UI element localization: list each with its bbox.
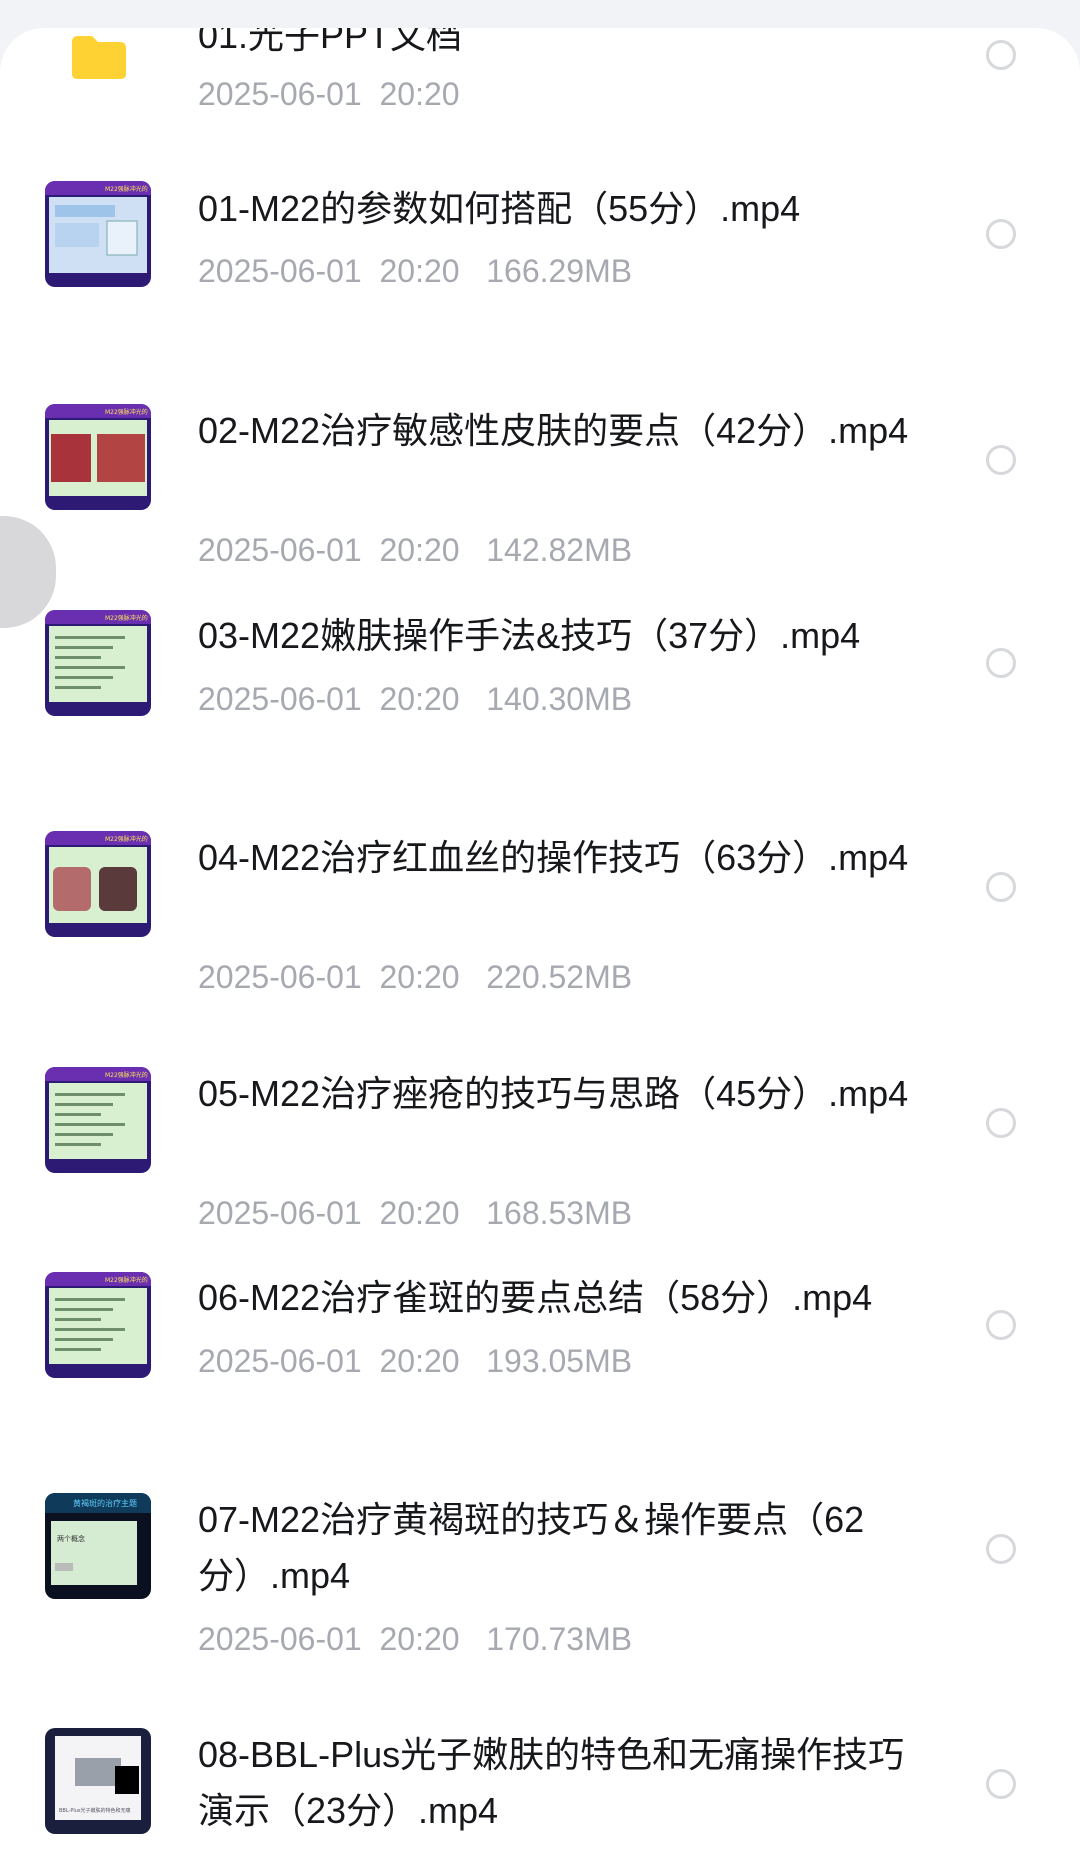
folder-icon: [68, 34, 128, 80]
file-size: 140.30MB: [486, 681, 633, 717]
svg-text:M22强脉冲光的: M22强脉冲光的: [105, 408, 148, 416]
file-time: 20:20: [379, 76, 460, 112]
file-meta: 2025-06-01 20:20 170.73MB: [198, 1619, 632, 1659]
svg-text:黄褐斑的治疗主题: 黄褐斑的治疗主题: [73, 1498, 137, 1508]
file-meta: 2025-06-01 20:20 168.53MB: [198, 1193, 632, 1233]
file-meta: 2025-06-01 20:20 140.30MB: [198, 679, 632, 719]
file-size: 168.53MB: [486, 1195, 633, 1231]
video-thumbnail: M22强脉冲光的: [45, 1067, 151, 1173]
file-time: 20:20: [379, 959, 460, 995]
video-thumbnail: M22强脉冲光的: [45, 831, 151, 937]
select-radio[interactable]: [986, 648, 1016, 678]
file-date: 2025-06-01: [198, 532, 362, 568]
file-size: 193.05MB: [486, 1343, 633, 1379]
file-date: 2025-06-01: [198, 681, 362, 717]
video-thumbnail: M22强脉冲光的: [45, 181, 151, 287]
file-meta: 2025-06-01 20:20 142.82MB: [198, 530, 632, 570]
svg-text:BBL-Plus光子嫩肤的特色和无痛: BBL-Plus光子嫩肤的特色和无痛: [59, 1807, 131, 1814]
select-radio[interactable]: [986, 219, 1016, 249]
svg-text:M22强脉冲光的: M22强脉冲光的: [105, 614, 148, 622]
video-thumbnail: M22强脉冲光的: [45, 610, 151, 716]
video-thumbnail: M22强脉冲光的: [45, 404, 151, 510]
file-meta: 2025-06-01 20:20: [198, 74, 460, 114]
file-meta: 2025-06-01 20:20 220.52MB: [198, 957, 632, 997]
file-name: 07-M22治疗黄褐斑的技巧＆操作要点（62分）.mp4: [198, 1499, 865, 1596]
select-radio[interactable]: [986, 1769, 1016, 1799]
svg-text:M22强脉冲光的: M22强脉冲光的: [105, 1071, 148, 1079]
file-size: 170.73MB: [486, 1621, 633, 1657]
select-radio[interactable]: [986, 872, 1016, 902]
file-size: 166.29MB: [486, 253, 633, 289]
file-date: 2025-06-01: [198, 1621, 362, 1657]
file-time: 20:20: [379, 681, 460, 717]
file-list-sheet: 01.光子PPT文档 2025-06-01 20:20 M22强脉冲光的 01-M22…: [0, 28, 1080, 1854]
file-date: 2025-06-01: [198, 253, 362, 289]
select-radio[interactable]: [986, 1108, 1016, 1138]
file-date: 2025-06-01: [198, 959, 362, 995]
file-name: 08-BBL-Plus光子嫩肤的特色和无痛操作技巧演示（23分）.mp4: [198, 1734, 905, 1831]
file-name: 05-M22治疗痤疮的技巧与思路（45分）.mp4: [198, 1073, 909, 1114]
file-time: 20:20: [379, 1621, 460, 1657]
file-date: 2025-06-01: [198, 1343, 362, 1379]
select-radio[interactable]: [986, 40, 1016, 70]
select-radio[interactable]: [986, 1310, 1016, 1340]
select-radio[interactable]: [986, 1534, 1016, 1564]
file-name: 02-M22治疗敏感性皮肤的要点（42分）.mp4: [198, 410, 909, 451]
file-name: 06-M22治疗雀斑的要点总结（58分）.mp4: [198, 1277, 873, 1318]
file-meta: 2025-06-01 20:20 166.29MB: [198, 251, 632, 291]
file-time: 20:20: [379, 253, 460, 289]
svg-text:M22强脉冲光的: M22强脉冲光的: [105, 835, 148, 843]
video-thumbnail: M22强脉冲光的: [45, 1272, 151, 1378]
file-name: 01-M22的参数如何搭配（55分）.mp4: [198, 188, 801, 229]
file-meta: 2025-06-01 20:20 193.05MB: [198, 1341, 632, 1381]
svg-text:两个概念: 两个概念: [57, 1534, 85, 1543]
file-name: 03-M22嫩肤操作手法&技巧（37分）.mp4: [198, 615, 861, 656]
file-time: 20:20: [379, 532, 460, 568]
file-time: 20:20: [379, 1195, 460, 1231]
file-size: 142.82MB: [486, 532, 633, 568]
file-time: 20:20: [379, 1343, 460, 1379]
video-thumbnail: BBL-Plus光子嫩肤的特色和无痛: [45, 1728, 151, 1834]
file-size: 220.52MB: [486, 959, 633, 995]
file-name: 04-M22治疗红血丝的操作技巧（63分）.mp4: [198, 837, 909, 878]
file-date: 2025-06-01: [198, 1195, 362, 1231]
svg-text:M22强脉冲光的: M22强脉冲光的: [105, 1276, 148, 1284]
file-date: 2025-06-01: [198, 76, 362, 112]
video-thumbnail: 黄褐斑的治疗主题两个概念: [45, 1493, 151, 1599]
svg-text:M22强脉冲光的: M22强脉冲光的: [105, 185, 148, 193]
select-radio[interactable]: [986, 445, 1016, 475]
file-name: 01.光子PPT文档: [198, 28, 463, 56]
